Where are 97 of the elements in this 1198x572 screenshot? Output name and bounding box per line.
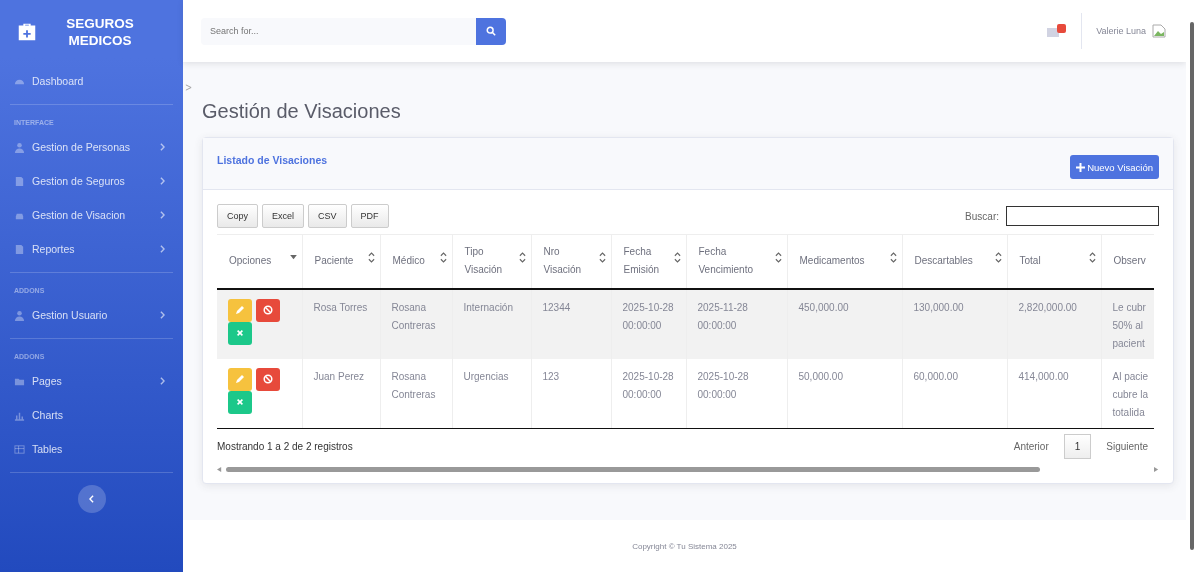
- pencil-icon: [235, 374, 245, 384]
- table-cell-text: 60,000.00: [913, 369, 958, 384]
- close-icon: [236, 398, 244, 406]
- column-header[interactable]: Fecha Emisión: [611, 234, 686, 289]
- file-icon: [14, 175, 25, 187]
- medical-kit-icon: [16, 21, 38, 43]
- column-header[interactable]: Medicamentos: [787, 234, 902, 289]
- pagination-button[interactable]: 1: [1063, 433, 1092, 459]
- ban-icon: [263, 374, 273, 384]
- column-header[interactable]: Fecha Vencimiento: [686, 234, 787, 289]
- sort-icon: [994, 251, 1002, 263]
- table-cell-text: Rosa Torres: [313, 300, 368, 315]
- sidebar-item[interactable]: Gestion de Visacion: [10, 198, 173, 232]
- search-icon: [486, 26, 496, 36]
- column-header[interactable]: Observ: [1101, 234, 1154, 289]
- close-icon: [236, 329, 244, 337]
- sidebar-item[interactable]: Dashboard: [10, 64, 173, 98]
- table-cell-text: 450,000.00: [798, 300, 849, 315]
- disable-button[interactable]: [256, 298, 280, 322]
- plus-icon: [1076, 162, 1086, 172]
- search-field[interactable]: Search for...: [201, 17, 476, 45]
- sidebar-item[interactable]: Gestion Usuario: [10, 298, 173, 332]
- ban-icon: [263, 305, 273, 315]
- column-header[interactable]: Paciente: [302, 234, 380, 289]
- search-label: Buscar:: [965, 210, 999, 222]
- table-info: Mostrando 1 a 2 de 2 registros: [217, 440, 353, 452]
- table-cell-text: Urgencias: [463, 369, 509, 384]
- file-icon: [14, 243, 25, 255]
- export-button[interactable]: Excel: [262, 204, 305, 228]
- sort-icon: [598, 251, 606, 263]
- chevron-icon: [160, 177, 165, 185]
- table-search-field[interactable]: [1006, 206, 1159, 226]
- sort-icon: [367, 251, 375, 263]
- table-cell-text: 2025-10-28 00:00:00: [622, 369, 675, 402]
- user-icon: [14, 309, 25, 321]
- table-cell-text: 414,000.00: [1018, 369, 1069, 384]
- chevron-icon: [160, 311, 165, 319]
- sidebar-item[interactable]: Tables: [10, 432, 173, 466]
- column-header[interactable]: Descartables: [902, 234, 1007, 289]
- chevron-left-icon: [89, 495, 94, 503]
- chevron-icon: [160, 245, 165, 253]
- table-cell-text: 123: [542, 369, 560, 384]
- page-scrollbar[interactable]: [1186, 0, 1198, 572]
- copyright-text: Copyright © Tu Sistema 2025: [632, 541, 737, 551]
- column-header[interactable]: Total: [1007, 234, 1101, 289]
- export-button[interactable]: CSV: [308, 204, 347, 228]
- chevron-icon: [160, 211, 165, 219]
- column-header[interactable]: Nro Visación: [531, 234, 611, 289]
- table-cell-text: 2025-10-28 00:00:00: [622, 300, 675, 333]
- table-cell-text: Rosana Contreras: [391, 300, 437, 333]
- sort-icon: [1088, 251, 1096, 263]
- broken-image-icon: [1152, 24, 1166, 38]
- table-cell-text: Juan Perez: [313, 369, 365, 384]
- card-title: Listado de Visaciones: [217, 154, 328, 166]
- disable-button[interactable]: [256, 367, 280, 391]
- sidebar-item[interactable]: Pages: [10, 364, 173, 398]
- table-icon: [14, 443, 25, 455]
- sidebar-item[interactable]: Gestion de Seguros: [10, 164, 173, 198]
- column-header[interactable]: Tipo Visación: [452, 234, 531, 289]
- delete-button[interactable]: [228, 390, 252, 414]
- table-cell-text: 2025-11-28 00:00:00: [697, 300, 749, 333]
- table-cell-text: Rosana Contreras: [391, 369, 437, 402]
- sort-icon: [518, 251, 526, 263]
- table-cell-text: 12344: [542, 300, 571, 315]
- sidebar-item[interactable]: Gestion de Personas: [10, 130, 173, 164]
- pagination-button[interactable]: Siguiente: [1095, 433, 1159, 459]
- table-cell-text: Le cubr 50% al pacient: [1112, 300, 1147, 351]
- sidebar-item[interactable]: Reportes: [10, 232, 173, 266]
- export-button[interactable]: Copy: [217, 204, 258, 228]
- table-cell-text: 50,000.00: [798, 369, 843, 384]
- table-cell-text: 130,000.00: [913, 300, 964, 315]
- page-title: Gestión de Visaciones: [202, 100, 402, 123]
- pencil-icon: [235, 305, 245, 315]
- column-header[interactable]: Médico: [380, 234, 452, 289]
- sort-descending-icon: [289, 254, 297, 260]
- search-button[interactable]: [476, 17, 506, 45]
- column-header[interactable]: Opciones: [217, 234, 302, 289]
- user-name[interactable]: Valerie Luna: [1096, 26, 1146, 36]
- sort-icon: [774, 251, 782, 263]
- chevron-icon: [160, 377, 165, 385]
- table-cell-text: Al pacie cubre la totalida: [1112, 369, 1149, 420]
- scroll-left-icon: [217, 466, 222, 472]
- new-button[interactable]: Nuevo Visación: [1070, 155, 1159, 179]
- chevron-icon: [160, 143, 165, 151]
- sort-icon: [673, 251, 681, 263]
- sort-icon: [439, 251, 447, 263]
- table-cell-text: Internación: [463, 300, 513, 315]
- sidebar-toggle-button[interactable]: [77, 485, 106, 513]
- pagination-button[interactable]: Anterior: [1002, 433, 1060, 459]
- user-icon: [14, 141, 25, 153]
- export-button[interactable]: PDF: [350, 204, 389, 228]
- sidebar-item[interactable]: Charts: [10, 398, 173, 432]
- scroll-right-icon: [1154, 466, 1159, 472]
- table-cell-text: 2025-10-28 00:00:00: [697, 369, 750, 402]
- table-cell-text: 2,820,000.00: [1018, 300, 1077, 315]
- brand-name: SEGUROS MEDICOS: [65, 15, 135, 49]
- sort-icon: [889, 251, 897, 263]
